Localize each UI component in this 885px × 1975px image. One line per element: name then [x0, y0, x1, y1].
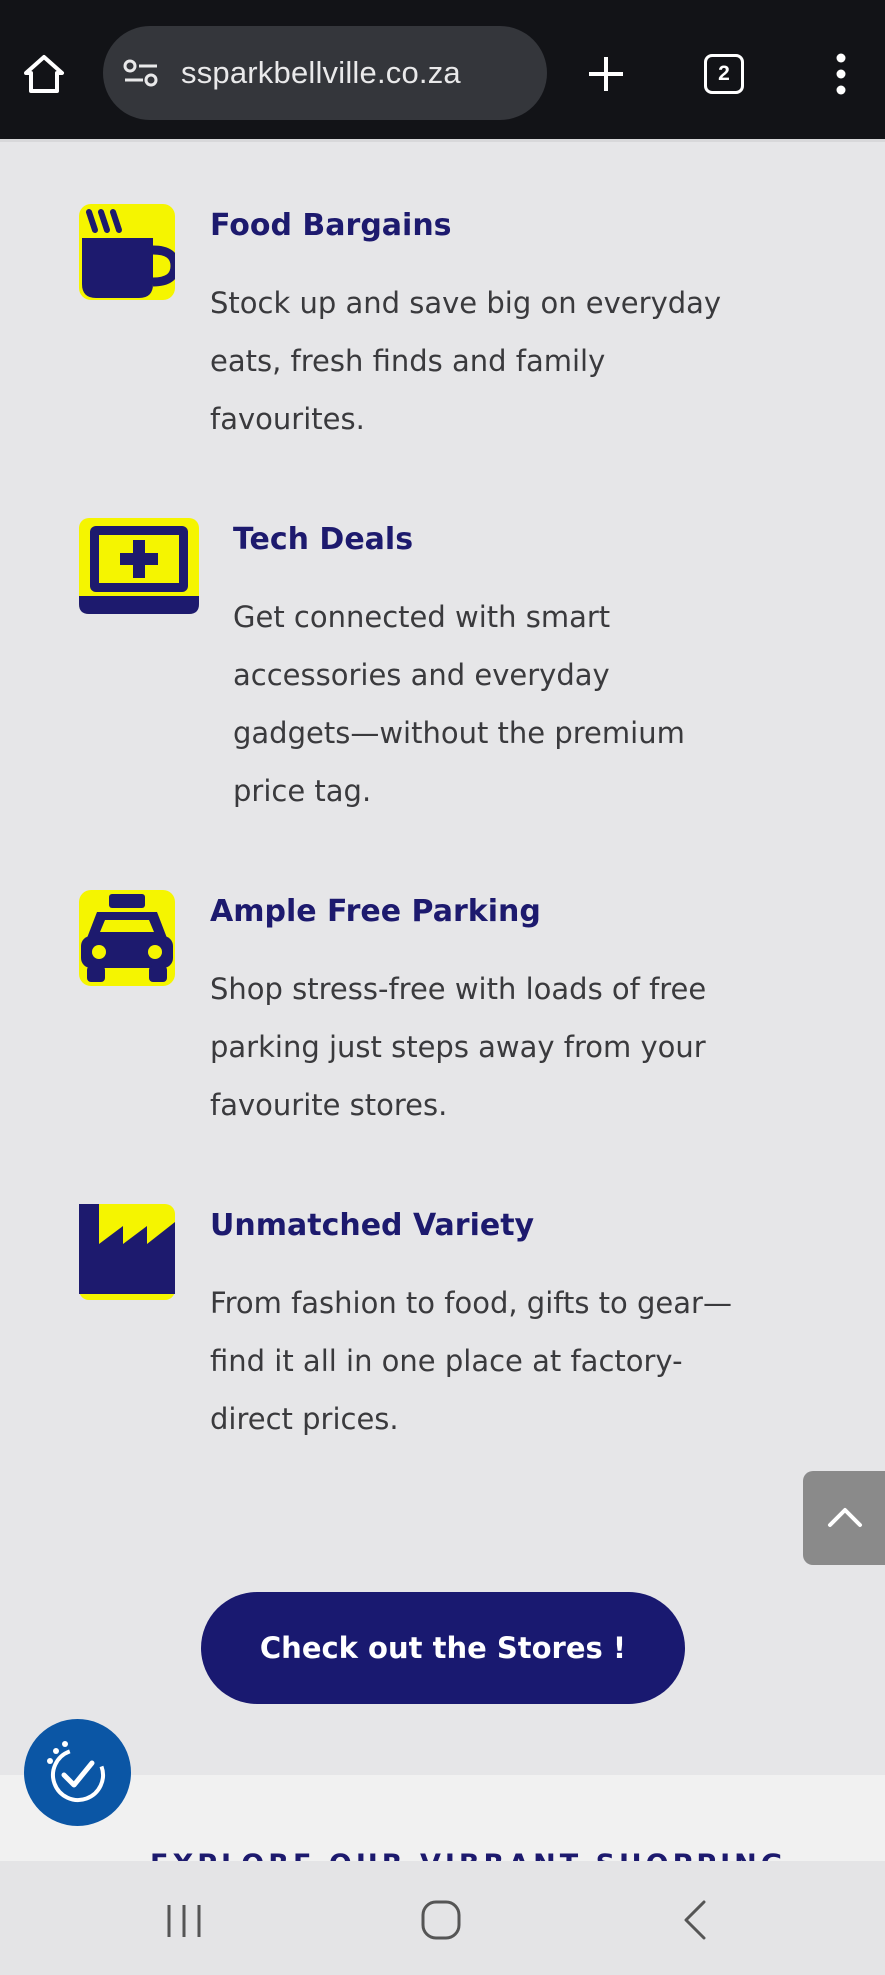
desc-line: direct prices. — [210, 1402, 399, 1436]
check-out-stores-button[interactable]: Check out the Stores ! — [201, 1592, 685, 1704]
next-section-band — [0, 1775, 885, 1861]
scroll-to-top-button[interactable] — [803, 1471, 885, 1565]
feature-title-ample-free-parking: Ample Free Parking — [210, 894, 541, 929]
desc-line: favourite stores. — [210, 1088, 448, 1122]
feature-desc-unmatched-variety: From fashion to food, gifts to gear— fin… — [210, 1274, 732, 1448]
laptop-medical-icon — [79, 518, 199, 614]
accessibility-widget-button[interactable] — [24, 1719, 131, 1826]
taxi-icon — [79, 890, 175, 986]
feature-title-unmatched-variety: Unmatched Variety — [210, 1208, 535, 1243]
desc-line: parking just steps away from your — [210, 1030, 706, 1064]
coffee-cup-icon — [79, 204, 175, 300]
desc-line: price tag. — [233, 774, 372, 808]
address-bar[interactable]: ssparkbellville.co.za — [103, 26, 547, 120]
desc-line: From fashion to food, gifts to gear— — [210, 1286, 732, 1320]
browser-toolbar: ssparkbellville.co.za 2 — [0, 0, 885, 139]
plus-icon[interactable] — [584, 52, 628, 96]
system-navigation-bar — [0, 1861, 885, 1975]
desc-line: Shop stress-free with loads of free — [210, 972, 707, 1006]
desc-line: favourites. — [210, 402, 365, 436]
feature-title-food-bargains: Food Bargains — [210, 208, 452, 243]
desc-line: eats, fresh finds and family — [210, 344, 606, 378]
desc-line: find it all in one place at factory- — [210, 1344, 683, 1378]
recents-icon[interactable] — [165, 1901, 205, 1941]
feature-desc-food-bargains: Stock up and save big on everyday eats, … — [210, 274, 721, 448]
kebab-menu-icon[interactable] — [826, 52, 856, 96]
url-text[interactable]: ssparkbellville.co.za — [181, 26, 461, 120]
feature-desc-ample-free-parking: Shop stress-free with loads of free park… — [210, 960, 706, 1134]
feature-desc-tech-deals: Get connected with smart accessories and… — [233, 588, 685, 820]
desc-line: Get connected with smart — [233, 600, 611, 634]
tune-icon[interactable] — [121, 59, 161, 87]
desc-line: Stock up and save big on everyday — [210, 286, 722, 320]
feature-title-tech-deals: Tech Deals — [233, 522, 414, 557]
home-button-icon[interactable] — [420, 1899, 462, 1941]
section-heading-peek: EXPLORE OUR VIBRANT SHOPPING — [150, 1850, 787, 1861]
desc-line: accessories and everyday — [233, 658, 610, 692]
chevron-up-icon — [828, 1508, 862, 1527]
back-icon[interactable] — [680, 1899, 710, 1941]
desc-line: gadgets—without the premium — [233, 716, 685, 750]
home-icon[interactable] — [22, 52, 66, 96]
industry-icon — [79, 1204, 175, 1300]
tab-switcher-button[interactable]: 2 — [704, 54, 744, 94]
accessibility-icon — [47, 1741, 105, 1802]
toolbar-divider — [0, 139, 885, 142]
